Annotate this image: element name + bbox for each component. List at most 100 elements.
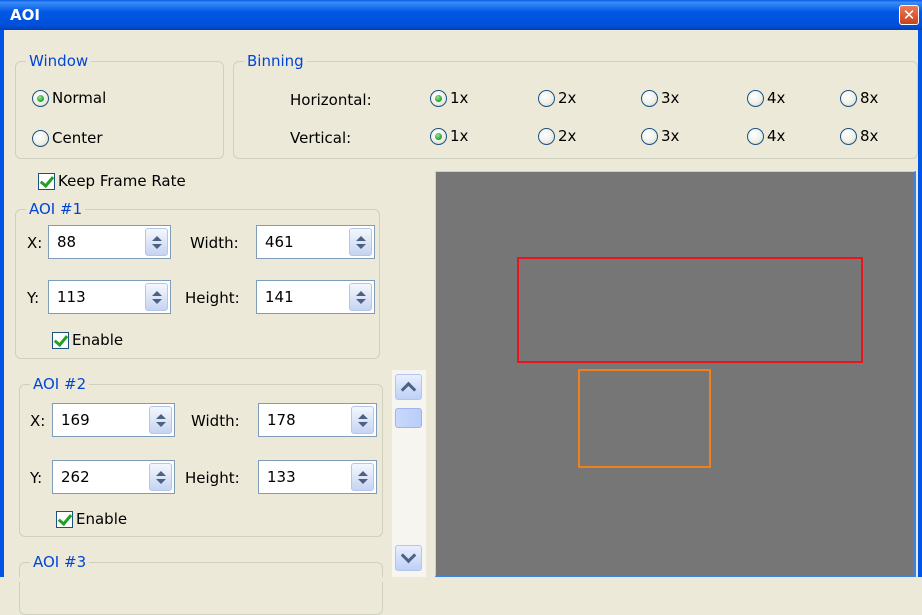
aoi-2-y-value: 262 [61,468,90,486]
aoi-2-height-label: Height: [185,469,240,487]
window-center-radio[interactable]: Center [32,129,103,147]
aoi-1-height-value: 141 [265,288,294,306]
aoi-1-x-label: X: [27,234,43,252]
window-normal-radio[interactable]: Normal [32,89,106,107]
horizontal-8x-label: 8x [860,89,879,107]
horizontal-8x-radio[interactable]: 8x [840,89,878,107]
horizontal-3x-radio[interactable]: 3x [641,89,679,107]
aoi-list-scrollbar[interactable] [392,370,426,577]
vertical-4x-label: 4x [767,127,786,145]
horizontal-4x-label: 4x [767,89,786,107]
aoi-1-y-value: 113 [57,288,86,306]
window-frame-right [918,30,922,582]
radio-selected-icon [430,127,447,145]
aoi-1-width-spinbox[interactable]: 461 [256,225,375,259]
vertical-8x-radio[interactable]: 8x [840,127,878,145]
close-button[interactable]: ✕ [899,5,919,25]
aoi-2-rectangle[interactable] [577,368,712,469]
window-normal-label: Normal [52,89,107,107]
aoi-2-y-label: Y: [30,469,43,487]
aoi-1-width-value: 461 [265,233,294,251]
vertical-2x-label: 2x [558,127,577,145]
window-center-label: Center [52,129,103,147]
vertical-1x-label: 1x [450,127,469,145]
horizontal-3x-label: 3x [661,89,680,107]
vertical-3x-label: 3x [661,127,680,145]
aoi-1-y-label: Y: [27,289,40,307]
aoi-1-enable-label: Enable [72,331,124,349]
aoi-1-x-value: 88 [57,233,77,251]
radio-unselected-icon [840,127,857,145]
aoi-2-y-spinbox[interactable]: 262 [52,460,175,494]
spin-arrows-icon[interactable] [351,463,374,491]
aoi-2-enable-label: Enable [76,510,128,528]
horizontal-1x-radio[interactable]: 1x [430,89,468,107]
spin-arrows-icon[interactable] [349,283,372,311]
close-icon: ✕ [902,5,916,24]
vertical-8x-label: 8x [860,127,879,145]
spin-arrows-icon[interactable] [351,406,374,434]
aoi-2-x-spinbox[interactable]: 169 [52,403,175,437]
horizontal-2x-radio[interactable]: 2x [538,89,576,107]
radio-unselected-icon [32,129,49,147]
spin-arrows-icon[interactable] [349,228,372,256]
aoi-1-y-spinbox[interactable]: 113 [48,280,171,314]
aoi-1-height-label: Height: [185,289,240,307]
aoi-2-width-spinbox[interactable]: 178 [258,403,377,437]
aoi-2-x-label: X: [30,412,46,430]
scroll-thumb[interactable] [395,408,422,428]
keep-frame-rate-label: Keep Frame Rate [58,172,186,190]
radio-unselected-icon [538,127,555,145]
radio-unselected-icon [840,89,857,107]
scroll-up-button[interactable] [395,374,422,400]
radio-unselected-icon [538,89,555,107]
spin-arrows-icon[interactable] [145,283,168,311]
checkbox-checked-icon [38,172,55,190]
bottom-edge [0,577,922,582]
chevron-up-icon [400,381,417,398]
aoi-1-legend: AOI #1 [29,200,83,218]
vertical-label: Vertical: [290,129,352,147]
aoi-2-height-spinbox[interactable]: 133 [258,460,377,494]
vertical-3x-radio[interactable]: 3x [641,127,679,145]
spin-arrows-icon[interactable] [145,228,168,256]
spin-arrows-icon[interactable] [149,406,172,434]
aoi-2-height-value: 133 [267,468,296,486]
window-title: AOI [10,6,40,24]
aoi-1-enable-checkbox[interactable]: Enable [52,331,123,349]
horizontal-label: Horizontal: [290,91,372,109]
window-frame-left [0,30,4,582]
radio-selected-icon [430,89,447,107]
horizontal-4x-radio[interactable]: 4x [747,89,785,107]
aoi-preview-canvas[interactable] [435,171,916,577]
chevron-down-icon [400,547,417,564]
checkbox-checked-icon [52,331,69,349]
radio-unselected-icon [747,127,764,145]
aoi-2-x-value: 169 [61,411,90,429]
window-group-legend: Window [29,52,89,70]
radio-unselected-icon [641,89,658,107]
radio-unselected-icon [747,89,764,107]
vertical-1x-radio[interactable]: 1x [430,127,468,145]
radio-selected-icon [32,89,49,107]
vertical-2x-radio[interactable]: 2x [538,127,576,145]
aoi-1-rectangle[interactable] [517,256,863,363]
vertical-4x-radio[interactable]: 4x [747,127,785,145]
binning-group-legend: Binning [247,52,304,70]
aoi-2-width-label: Width: [191,412,240,430]
title-bar: AOI ✕ [0,0,922,30]
aoi-1-x-spinbox[interactable]: 88 [48,225,171,259]
horizontal-2x-label: 2x [558,89,577,107]
aoi-2-legend: AOI #2 [33,375,87,393]
scroll-down-button[interactable] [395,545,422,571]
aoi-1-height-spinbox[interactable]: 141 [256,280,375,314]
aoi-2-width-value: 178 [267,411,296,429]
aoi-1-width-label: Width: [190,234,239,252]
aoi-3-legend: AOI #3 [33,553,87,571]
aoi-2-enable-checkbox[interactable]: Enable [56,510,127,528]
spin-arrows-icon[interactable] [149,463,172,491]
aoi-3-group: AOI #3 [19,553,383,615]
keep-frame-rate-checkbox[interactable]: Keep Frame Rate [38,172,186,190]
horizontal-1x-label: 1x [450,89,469,107]
checkbox-checked-icon [56,510,73,528]
